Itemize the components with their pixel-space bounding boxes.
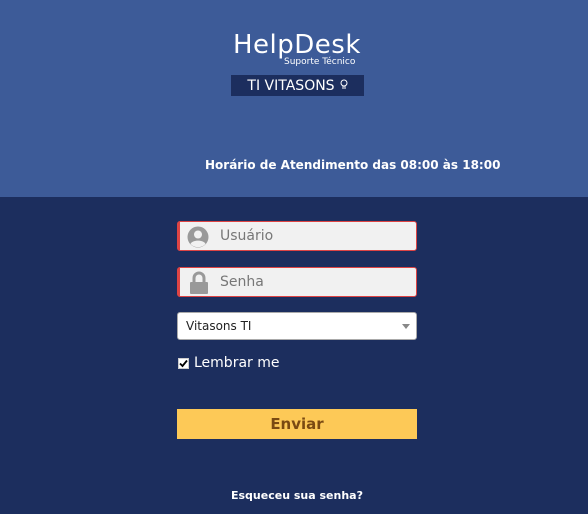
lightbulb-icon [340, 78, 348, 94]
submit-button[interactable]: Enviar [177, 409, 417, 439]
logo-title: HelpDesk [233, 30, 361, 60]
password-field[interactable] [177, 267, 417, 297]
brand-label: TI VITASONS [247, 77, 335, 94]
forgot-password-link[interactable]: Esqueceu sua senha? [231, 489, 363, 502]
brand-badge: TI VITASONS [231, 75, 364, 96]
remember-me[interactable]: Lembrar me [178, 355, 279, 371]
service-hours: Horário de Atendimento das 08:00 às 18:0… [205, 158, 501, 172]
logo-subtitle: Suporte Técnico [284, 57, 356, 67]
username-input[interactable] [220, 222, 410, 250]
remember-label: Lembrar me [194, 355, 280, 371]
remember-checkbox[interactable] [178, 357, 189, 369]
header-section: HelpDesk Suporte Técnico TI VITASONS Hor… [0, 0, 588, 197]
chevron-down-icon [402, 324, 410, 329]
company-select-value: Vitasons TI [186, 319, 252, 333]
password-input[interactable] [220, 268, 410, 296]
company-select[interactable]: Vitasons TI [177, 312, 417, 340]
user-icon [187, 226, 209, 252]
checkmark-icon [179, 359, 188, 367]
username-field[interactable] [177, 221, 417, 251]
lock-icon [188, 271, 210, 299]
